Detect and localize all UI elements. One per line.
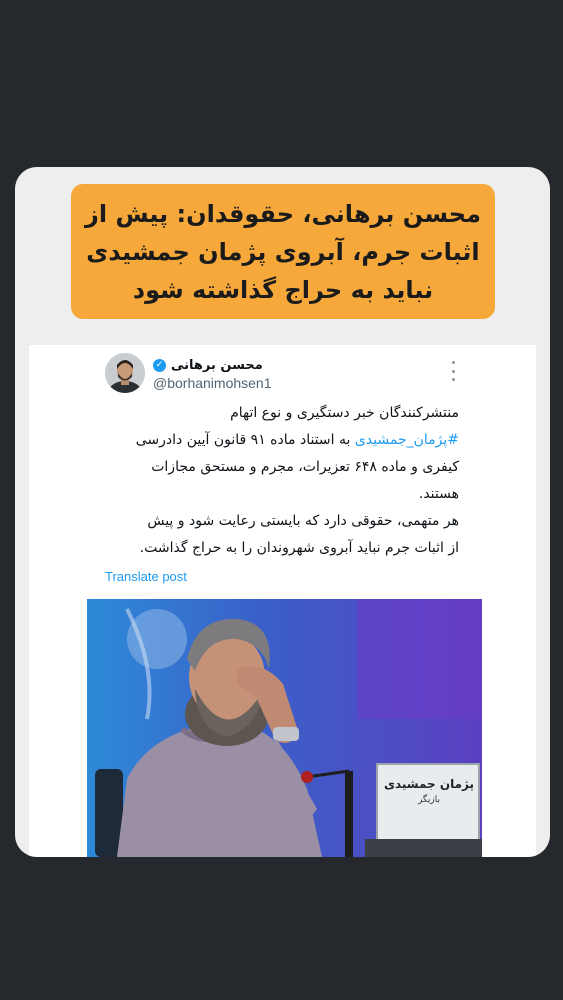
name-placard: پژمان جمشیدی بازیگر xyxy=(383,777,475,805)
tweet-line: #پژمان_جمشیدی به استناد ماده ۹۱ قانون آی… xyxy=(101,427,459,454)
headline-banner: محسن برهانی، حقوقدان: پیش از اثبات جرم، … xyxy=(71,184,495,319)
tweet-line-rest: به استناد ماده ۹۱ قانون آیین دادرسی xyxy=(135,432,355,448)
post-card: محسن برهانی، حقوقدان: پیش از اثبات جرم، … xyxy=(15,167,550,857)
hashtag-link[interactable]: #پژمان_جمشیدی xyxy=(355,432,459,448)
headline-line-3: نباید به حراج گذاشته شود xyxy=(132,275,434,304)
tweet-text: منتشرکنندگان خبر دستگیری و نوع اتهام #پژ… xyxy=(101,400,459,562)
headline-line-2: اثبات جرم، آبروی پژمان جمشیدی xyxy=(86,237,480,266)
translate-post-link[interactable]: Translate post xyxy=(105,569,187,584)
tweet-line: هستند. xyxy=(418,486,459,502)
tweet-line: از اثبات جرم نباید آبروی شهروندان را به … xyxy=(139,540,459,556)
placard-role: بازیگر xyxy=(417,795,441,805)
placard-name: پژمان جمشیدی xyxy=(383,777,475,791)
avatar[interactable] xyxy=(105,353,145,393)
tweet-line: کیفری و ماده ۶۴۸ تعزیرات، مجرم و مستحق م… xyxy=(151,459,459,475)
tweet-line: منتشرکنندگان خبر دستگیری و نوع اتهام xyxy=(230,405,459,421)
embedded-tweet: ✓ محسن برهانی @borhanimohsen1 منتشرکنندگ… xyxy=(29,345,536,857)
tweet-line: هر متهمی، حقوقی دارد که بایستی رعایت شود… xyxy=(147,513,459,529)
author-name[interactable]: محسن برهانی xyxy=(171,358,263,373)
headline-line-1: محسن برهانی، حقوقدان: پیش از xyxy=(85,199,481,228)
author-row[interactable]: ✓ محسن برهانی xyxy=(153,355,263,375)
more-options-icon[interactable] xyxy=(446,361,460,381)
headline-text: محسن برهانی، حقوقدان: پیش از اثبات جرم، … xyxy=(85,195,481,309)
verified-badge-icon: ✓ xyxy=(153,358,166,372)
tweet-photo[interactable]: پژمان جمشیدی بازیگر xyxy=(87,599,482,857)
author-handle[interactable]: @borhanimohsen1 xyxy=(153,375,272,391)
